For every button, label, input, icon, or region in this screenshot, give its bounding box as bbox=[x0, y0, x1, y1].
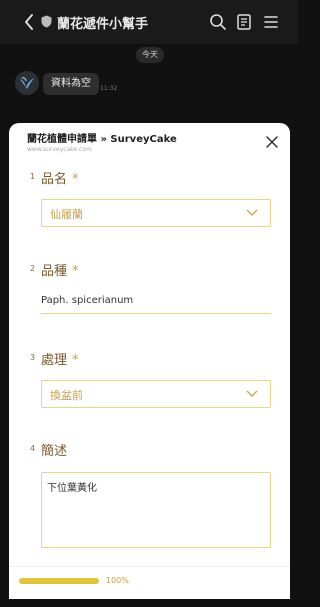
modal-subtitle: www.surveycake.com bbox=[27, 146, 92, 153]
question-number: 3 bbox=[30, 353, 36, 362]
textarea-value: 下位葉黃化 bbox=[47, 483, 97, 494]
notes-icon[interactable] bbox=[235, 13, 253, 31]
search-icon[interactable] bbox=[209, 13, 227, 31]
message-bubble: 資料為空 bbox=[43, 73, 99, 95]
input-underline bbox=[41, 313, 271, 314]
chevron-down-icon bbox=[246, 390, 258, 397]
chat-title: 蘭花遞件小幫手 bbox=[57, 17, 149, 32]
modal-title: 蘭花植體申請單 » SurveyCake bbox=[27, 134, 177, 145]
question-number: 2 bbox=[30, 264, 36, 273]
survey-modal: 蘭花植體申請單 » SurveyCake www.surveycake.com … bbox=[9, 123, 290, 599]
question-number: 1 bbox=[30, 172, 36, 181]
chevron-down-icon bbox=[246, 209, 258, 216]
footer-divider bbox=[9, 566, 290, 567]
select-value: 仙履蘭 bbox=[50, 208, 83, 221]
question-number: 4 bbox=[30, 444, 36, 453]
treatment-select[interactable]: 換盆前 bbox=[41, 380, 271, 408]
required-mark: * bbox=[72, 353, 79, 368]
select-value: 換盆前 bbox=[50, 389, 83, 402]
variety-input[interactable]: Paph. spicerianum bbox=[41, 295, 133, 306]
progress-label: 100% bbox=[106, 576, 129, 585]
progress-fill bbox=[19, 578, 99, 584]
question-label-treatment: 處理 * bbox=[41, 353, 79, 368]
progress-bar bbox=[19, 578, 99, 584]
date-label: 今天 bbox=[136, 47, 164, 63]
question-label-description: 簡述 bbox=[41, 444, 68, 459]
close-icon[interactable] bbox=[266, 136, 278, 148]
chat-header: 蘭花遞件小幫手 bbox=[0, 0, 298, 44]
required-mark: * bbox=[72, 264, 79, 279]
required-mark: * bbox=[72, 172, 79, 187]
avatar[interactable] bbox=[15, 71, 39, 95]
orchid-logo-icon bbox=[20, 77, 34, 89]
menu-icon[interactable] bbox=[262, 13, 280, 31]
back-arrow-icon[interactable] bbox=[22, 12, 36, 32]
name-select[interactable]: 仙履蘭 bbox=[41, 199, 271, 227]
question-label-name: 品名 * bbox=[41, 172, 79, 187]
description-textarea[interactable]: 下位葉黃化 bbox=[41, 472, 271, 548]
message-time: 11:32 bbox=[100, 85, 118, 92]
question-label-variety: 品種 * bbox=[41, 264, 79, 279]
shield-icon bbox=[41, 15, 52, 28]
